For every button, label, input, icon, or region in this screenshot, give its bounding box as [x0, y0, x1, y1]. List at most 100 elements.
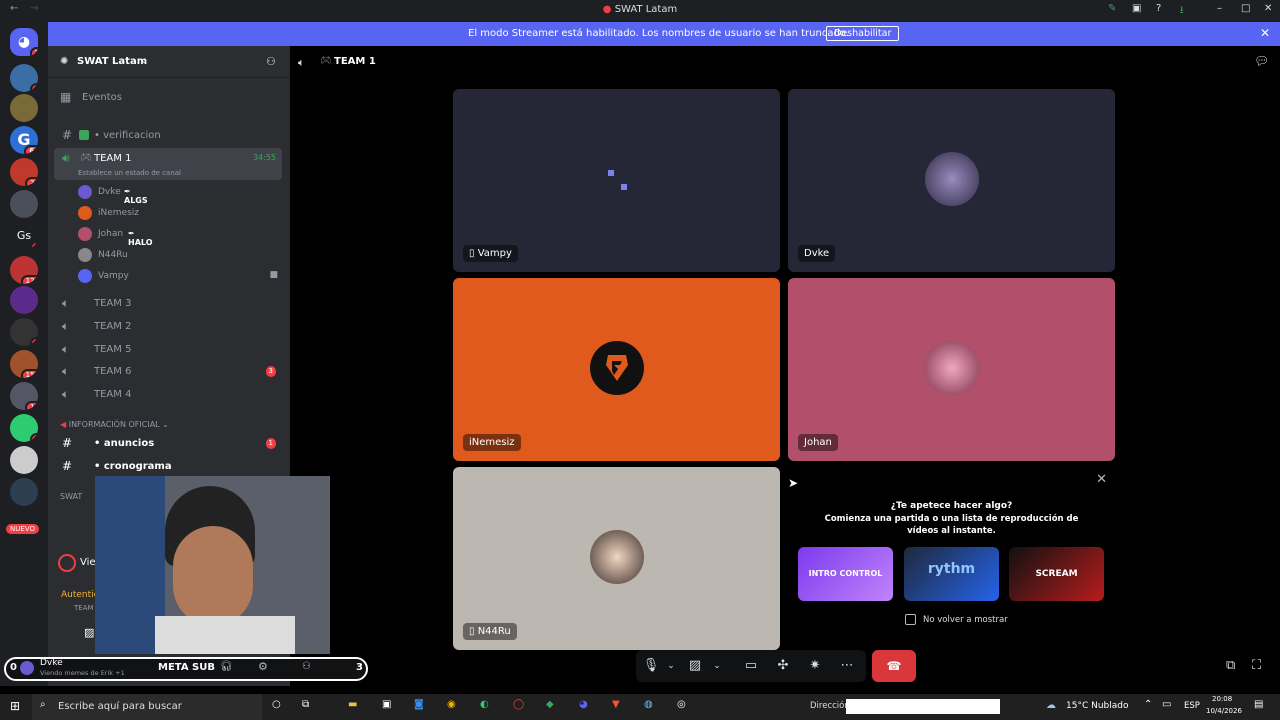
popout-icon[interactable]: ⧉ — [1226, 658, 1235, 673]
mention-badge: 1 — [265, 438, 276, 449]
guild-icon[interactable]: 25 — [10, 158, 38, 186]
channel-status[interactable]: Establece un estado de canal — [78, 169, 181, 177]
soundboard-icon[interactable]: ✷ — [806, 657, 824, 675]
app-icon[interactable]: ◆ — [546, 699, 554, 710]
taskbar-search[interactable]: ⌕ Escribe aquí para buscar — [32, 694, 262, 720]
guild-icon[interactable] — [10, 190, 38, 218]
fullscreen-icon[interactable]: ⛶ — [1252, 658, 1261, 673]
opera-icon[interactable]: ◯ — [513, 699, 524, 710]
voice-channel-team4[interactable]: 🔈︎ TEAM 4 — [54, 384, 282, 406]
voice-channel-team1[interactable]: 🔊︎ 🎮︎ TEAM 1 34:55 Establece un estado d… — [54, 148, 282, 180]
guild-icon[interactable] — [10, 478, 38, 506]
search-input[interactable]: Escribe aquí para buscar — [58, 701, 182, 712]
guild-icon[interactable]: 2 — [10, 318, 38, 346]
channel-cronograma[interactable]: # • cronograma — [54, 456, 282, 478]
clock-time[interactable]: 20:08 — [1212, 695, 1232, 703]
user-icon[interactable]: ⚇ — [302, 661, 311, 672]
participant-tile-johan[interactable]: Johan — [788, 278, 1115, 461]
user-panel-overlay: 0 Dvke Viendo memes de Erik +1 META SUB … — [4, 657, 368, 681]
guild-icon[interactable] — [10, 94, 38, 122]
minimize-button[interactable]: – — [1217, 3, 1222, 14]
maximize-button[interactable]: □ — [1241, 3, 1250, 14]
events-item[interactable]: ▦ Eventos — [54, 87, 282, 109]
clock-date[interactable]: 10/4/2026 — [1206, 707, 1242, 715]
category-header[interactable]: SWAT — [60, 492, 82, 501]
guild-icon[interactable]: Gs 1 — [10, 222, 38, 250]
activity-card[interactable]: INTRO CONTROL — [798, 547, 893, 601]
camera-off-icon[interactable]: ▨ — [686, 657, 704, 675]
dont-show-checkbox[interactable] — [905, 614, 916, 625]
more-options-icon[interactable]: ⋯ — [838, 657, 856, 675]
avatar — [78, 185, 92, 199]
chevron-down-icon[interactable]: ⌄ — [708, 657, 726, 675]
voice-channel-team5[interactable]: 🔈︎ TEAM 5 — [54, 339, 282, 361]
gamepad-icon: 🎮︎ — [80, 153, 92, 163]
language-indicator[interactable]: ESP — [1184, 701, 1200, 711]
guild-icon[interactable]: 1 — [10, 414, 38, 442]
address-input[interactable] — [846, 699, 1000, 714]
chat-icon[interactable]: 💬︎ — [1254, 54, 1269, 68]
discord-home-icon[interactable]: ◕ 1 — [10, 28, 38, 56]
outlook-icon[interactable]: ◙ — [414, 699, 424, 710]
help-icon[interactable]: ? — [1156, 3, 1161, 14]
activity-card[interactable]: rythm — [904, 547, 999, 601]
edge-icon[interactable]: ◐ — [480, 699, 489, 710]
close-button[interactable]: ✕ — [1264, 3, 1272, 14]
overlay-text: META SUB — [158, 662, 215, 673]
store-icon[interactable]: ▣ — [382, 699, 391, 710]
steam-icon[interactable]: ◍ — [644, 699, 653, 710]
brave-icon[interactable]: ▼ — [612, 699, 620, 710]
chevron-down-icon[interactable]: ⌄ — [662, 657, 680, 675]
chrome-icon[interactable]: ◉ — [447, 699, 456, 710]
windows-start-icon[interactable]: ⊞ — [10, 699, 20, 713]
chevron-up-icon[interactable]: ⌃ — [1144, 699, 1152, 710]
disconnect-button[interactable]: ☎ — [872, 650, 916, 682]
file-explorer-icon[interactable]: ▬ — [348, 699, 357, 710]
network-icon[interactable]: ▭ — [1162, 699, 1171, 710]
screen-share-icon[interactable]: ▨ — [84, 626, 94, 639]
voice-channel-team3[interactable]: 🔈︎ TEAM 3 — [54, 293, 282, 315]
settings-icon[interactable]: ⚙ — [258, 660, 268, 673]
guild-icon[interactable]: 127 — [10, 256, 38, 284]
screen-share-icon[interactable]: ▭ — [742, 657, 760, 675]
notification-icon[interactable]: ▤ — [1254, 699, 1263, 710]
close-icon[interactable]: ✕ — [1260, 26, 1270, 40]
task-view-icon[interactable]: ⧉ — [302, 699, 309, 710]
channel-timer: 34:55 — [252, 153, 276, 162]
headset-icon[interactable]: 🎧︎ — [220, 661, 233, 672]
voice-user[interactable]: Vampy ■ — [78, 266, 278, 286]
activities-icon[interactable]: ✣ — [774, 657, 792, 675]
guild-icon[interactable] — [10, 286, 38, 314]
participant-tile-n44ru[interactable]: ▯ N44Ru — [453, 467, 780, 650]
participant-tile-dvke[interactable]: Dvke — [788, 89, 1115, 272]
nitro-icon[interactable]: ✎ — [1108, 3, 1116, 14]
weather-text[interactable]: 15°C Nublado — [1066, 701, 1128, 711]
voice-channel-team6[interactable]: 🔈︎ TEAM 6 3 — [54, 361, 282, 383]
speaker-icon: 🔈︎ — [62, 364, 70, 378]
microphone-icon[interactable]: 🎙︎ — [642, 657, 660, 675]
obs-icon[interactable]: ◎ — [677, 699, 686, 710]
cortana-icon[interactable]: ○ — [272, 699, 281, 710]
activity-card[interactable]: SCREAM — [1009, 547, 1104, 601]
add-user-icon[interactable]: ⚇ — [266, 55, 276, 68]
channel-anuncios[interactable]: # • anuncios 1 — [54, 433, 282, 455]
channel-verificacion[interactable]: # • verificacion — [54, 125, 282, 147]
guild-icon[interactable]: G 66 — [10, 126, 38, 154]
guild-icon[interactable] — [10, 446, 38, 474]
download-icon[interactable]: ⭳ — [1180, 3, 1184, 20]
disable-streamer-button[interactable]: Deshabilitar — [826, 26, 900, 41]
guild-icon[interactable]: 1 — [10, 64, 38, 92]
voice-channel-team2[interactable]: 🔈︎ TEAM 2 — [54, 316, 282, 338]
check-icon — [79, 130, 89, 140]
avatar[interactable] — [20, 661, 34, 675]
inbox-icon[interactable]: ▣ — [1132, 3, 1141, 14]
shirt-shape — [155, 616, 295, 654]
participant-tile-inemesiz[interactable]: iNemesiz — [453, 278, 780, 461]
participant-tile-vampy[interactable]: ▯ Vampy — [453, 89, 780, 272]
close-icon[interactable]: ✕ — [1096, 472, 1107, 487]
category-header[interactable]: ◀ INFORMACIÓN OFICIAL ⌄ — [60, 420, 169, 429]
discord-taskbar-icon[interactable]: ◕ — [579, 699, 588, 710]
guild-icon[interactable]: 154 — [10, 350, 38, 378]
guild-icon[interactable]: 19 — [10, 382, 38, 410]
server-header[interactable]: ✺ SWAT Latam ⌄ ⚇ — [48, 46, 290, 78]
